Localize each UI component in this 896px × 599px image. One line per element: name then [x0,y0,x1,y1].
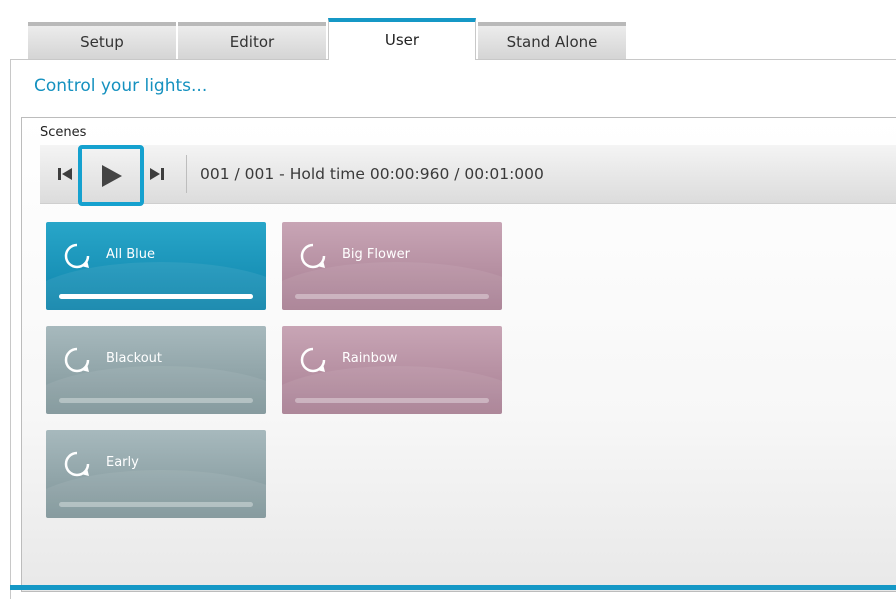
tab-bar: Setup Editor User Stand Alone [28,18,628,60]
scene-tile-blackout[interactable]: Blackout [46,326,266,414]
skip-previous-icon [58,168,72,180]
scene-progress-bar [59,398,253,403]
toolbar-separator [186,155,187,193]
skip-next-icon [150,168,164,180]
playback-toolbar: 001 / 001 - Hold time 00:00:960 / 00:01:… [40,145,896,204]
scene-tile-early[interactable]: Early [46,430,266,518]
scene-progress-bar [59,294,253,299]
tab-editor-label: Editor [229,33,275,51]
refresh-icon [64,347,90,373]
scene-progress-fill [59,294,253,299]
tab-setup-label: Setup [80,33,124,51]
refresh-icon [64,451,90,477]
scene-progress-bar [295,398,489,403]
scene-label: Rainbow [342,351,398,366]
scene-tile-rainbow[interactable]: Rainbow [282,326,502,414]
scene-label: All Blue [106,247,156,262]
previous-scene-button[interactable] [52,145,78,203]
page-subtitle: Control your lights... [34,76,208,96]
tab-user[interactable]: User [328,18,476,60]
tab-stand-alone-label: Stand Alone [506,33,598,51]
next-scene-button[interactable] [144,145,170,203]
play-button[interactable] [78,145,144,206]
refresh-icon [64,243,90,269]
scene-progress-bar [295,294,489,299]
scene-status-text: 001 / 001 - Hold time 00:00:960 / 00:01:… [200,165,544,183]
refresh-icon [300,243,326,269]
play-icon [102,164,122,187]
scene-label: Early [106,455,139,470]
scene-label: Big Flower [342,247,410,262]
refresh-icon [300,347,326,373]
scene-progress-bar [59,502,253,507]
scene-label: Blackout [106,351,162,366]
tab-stand-alone[interactable]: Stand Alone [478,22,626,60]
tab-setup[interactable]: Setup [28,22,176,60]
bottom-accent-line [10,585,896,590]
tab-editor[interactable]: Editor [178,22,326,60]
tab-user-label: User [384,31,420,49]
scenes-label: Scenes [40,125,87,140]
scene-tile-all-blue[interactable]: All Blue [46,222,266,310]
scene-tile-big-flower[interactable]: Big Flower [282,222,502,310]
